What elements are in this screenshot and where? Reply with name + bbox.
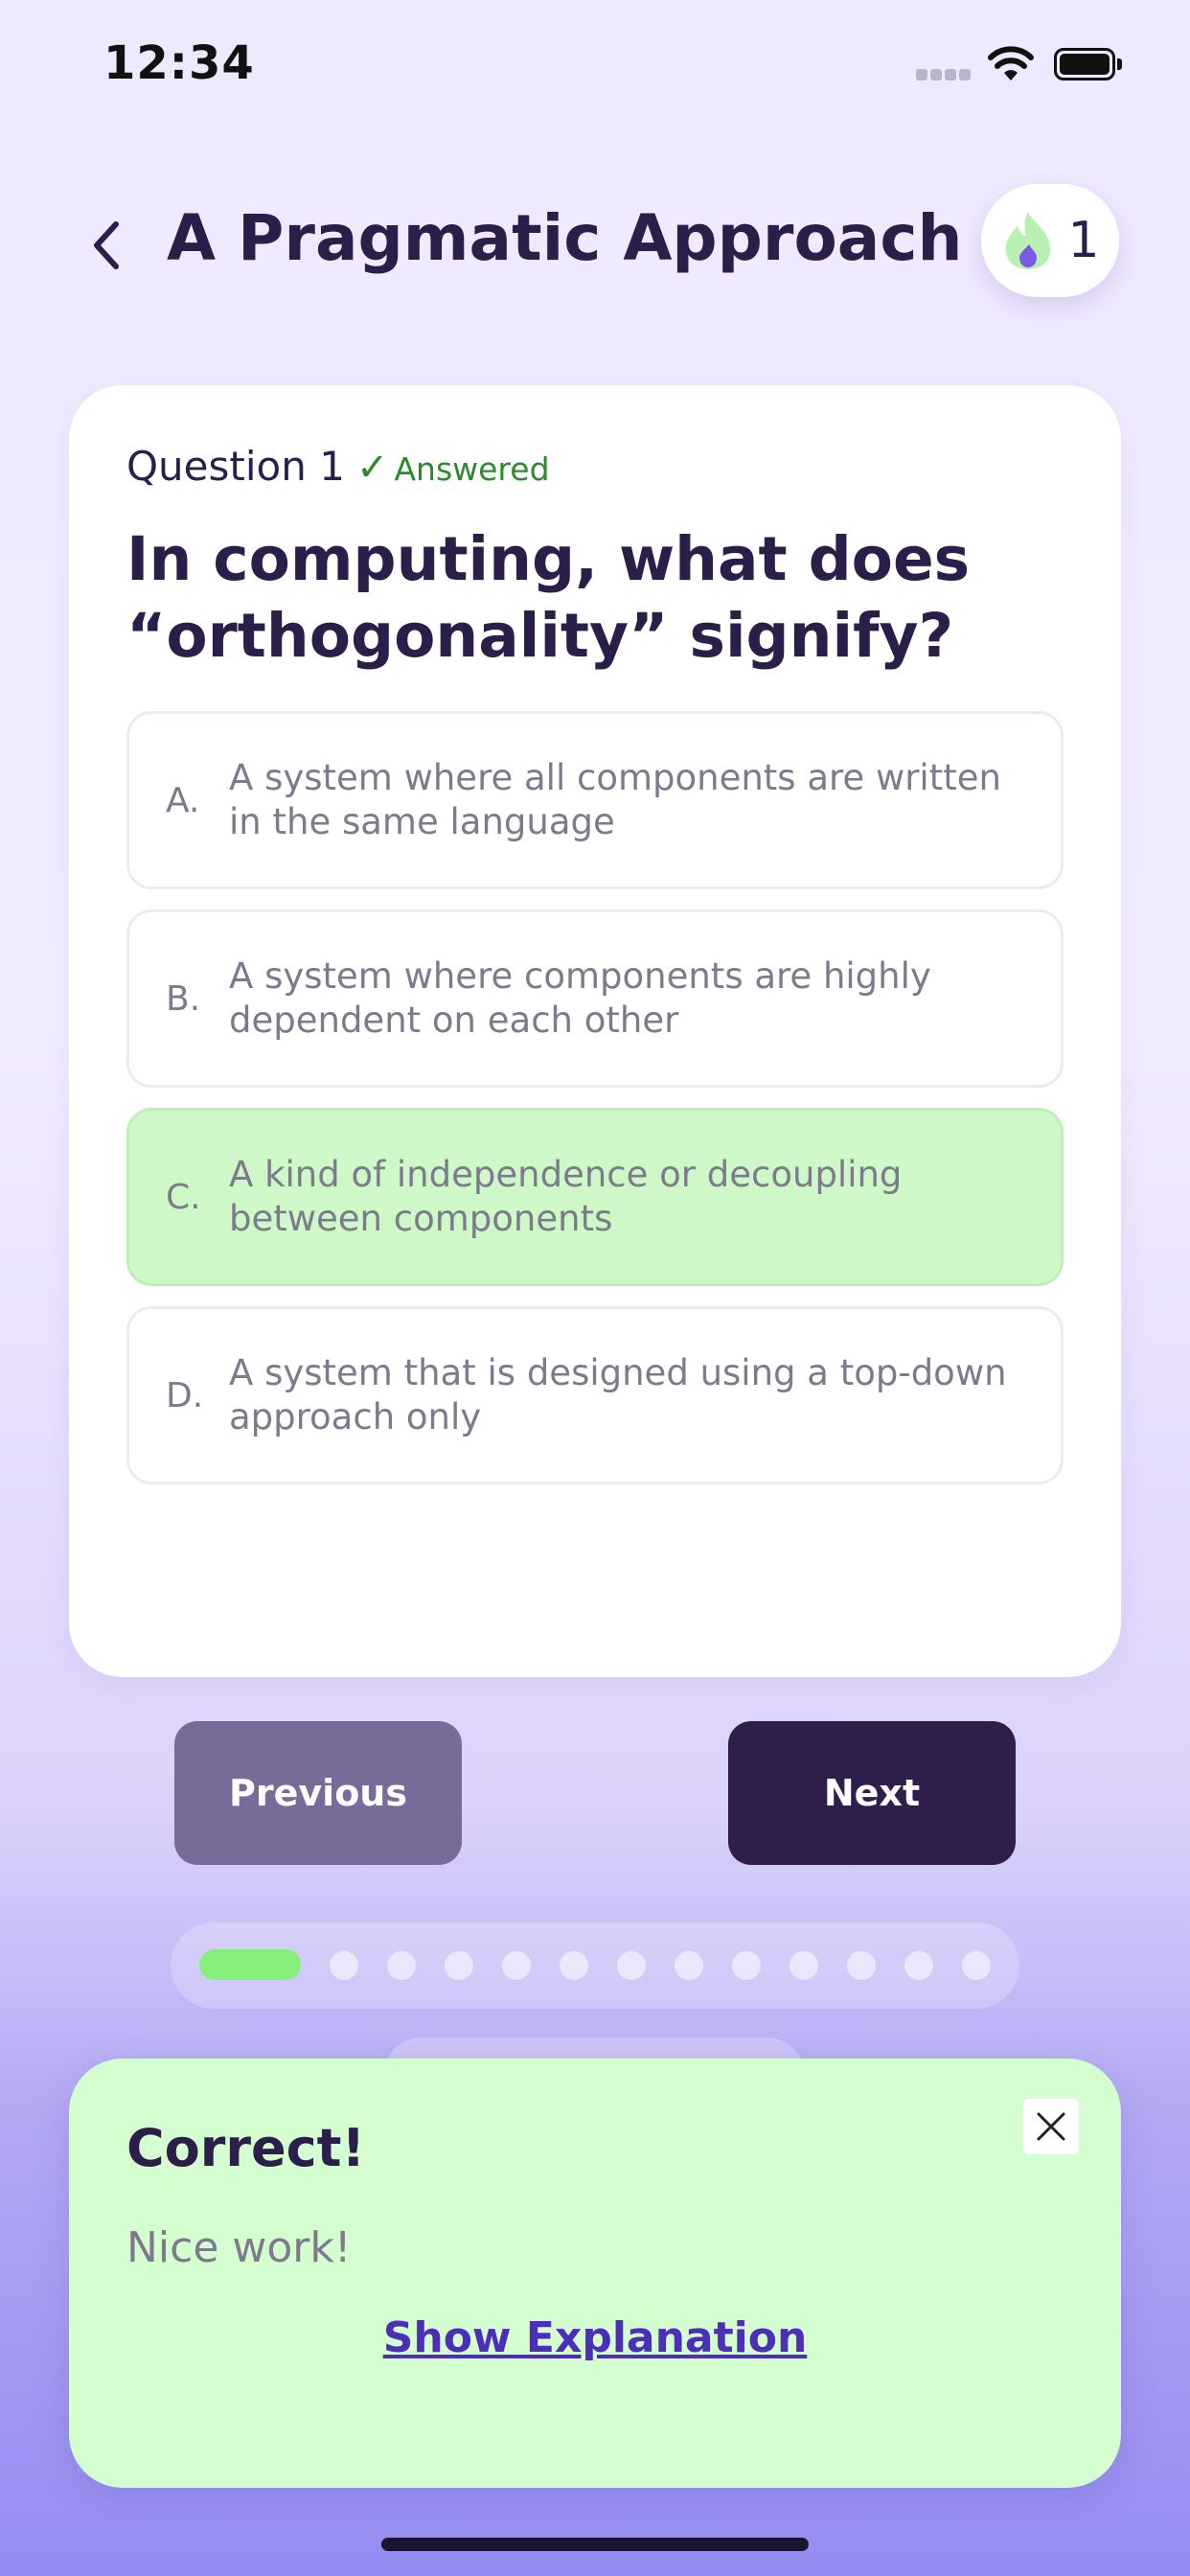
close-icon <box>1037 2112 1065 2141</box>
progress-dot[interactable] <box>502 1951 531 1980</box>
chevron-left-icon <box>94 221 119 269</box>
option-letter: D. <box>166 1375 204 1415</box>
status-time: 12:34 <box>103 36 255 90</box>
option-letter: A. <box>166 780 200 820</box>
option-text: A system where components are highly dep… <box>229 955 931 1041</box>
question-progress-indicator <box>171 1922 1019 2009</box>
streak-badge[interactable]: 1 <box>981 184 1119 297</box>
back-button[interactable] <box>79 213 132 278</box>
progress-dot[interactable] <box>560 1951 588 1980</box>
checkmark-icon: ✓ <box>355 446 389 490</box>
answer-option-c[interactable]: C. A kind of independence or decoupling … <box>126 1108 1064 1286</box>
next-button[interactable]: Next <box>728 1721 1016 1865</box>
question-text: In computing, what does “orthogonality” … <box>126 524 971 671</box>
progress-dot[interactable] <box>790 1951 818 1980</box>
progress-dot[interactable] <box>387 1951 416 1980</box>
battery-icon <box>1054 48 1123 82</box>
cellular-signal-icon <box>916 69 972 82</box>
previous-button[interactable]: Previous <box>174 1721 462 1865</box>
feedback-title: Correct! <box>126 2118 366 2178</box>
flame-icon <box>1006 212 1051 269</box>
progress-dot[interactable] <box>330 1951 358 1980</box>
progress-dot[interactable] <box>675 1951 703 1980</box>
progress-dot[interactable] <box>962 1951 991 1980</box>
wifi-icon <box>987 44 1035 82</box>
home-indicator <box>381 2538 809 2551</box>
progress-dot[interactable] <box>732 1951 761 1980</box>
progress-dot[interactable] <box>847 1951 876 1980</box>
progress-dot[interactable] <box>904 1951 933 1980</box>
progress-dot[interactable] <box>617 1951 646 1980</box>
answered-label: Answered <box>394 450 550 488</box>
question-number: Question 1 <box>126 443 345 490</box>
feedback-panel: Correct! Nice work! Show Explanation <box>69 2058 1121 2488</box>
option-letter: C. <box>166 1177 201 1217</box>
close-feedback-button[interactable] <box>1023 2099 1079 2154</box>
option-text: A system where all components are writte… <box>229 757 1001 842</box>
status-bar: 12:34 <box>0 0 1190 134</box>
option-letter: B. <box>166 978 201 1019</box>
answered-status: ✓ Answered <box>356 446 550 490</box>
progress-dot[interactable] <box>445 1951 473 1980</box>
option-text: A kind of independence or decoupling bet… <box>229 1154 903 1239</box>
answer-option-b[interactable]: B. A system where components are highly … <box>126 909 1064 1088</box>
answer-option-d[interactable]: D. A system that is designed using a top… <box>126 1306 1064 1484</box>
question-meta: Question 1 ✓ Answered <box>126 443 550 490</box>
question-card: Question 1 ✓ Answered In computing, what … <box>69 385 1121 1677</box>
page-title: A Pragmatic Approach <box>167 201 963 275</box>
streak-count: 1 <box>1067 212 1100 269</box>
feedback-message: Nice work! <box>126 2223 352 2272</box>
option-text: A system that is designed using a top-do… <box>229 1352 1007 1438</box>
answer-option-a[interactable]: A. A system where all components are wri… <box>126 711 1064 889</box>
progress-dot-active[interactable] <box>199 1949 301 1980</box>
show-explanation-link[interactable]: Show Explanation <box>69 2313 1121 2362</box>
